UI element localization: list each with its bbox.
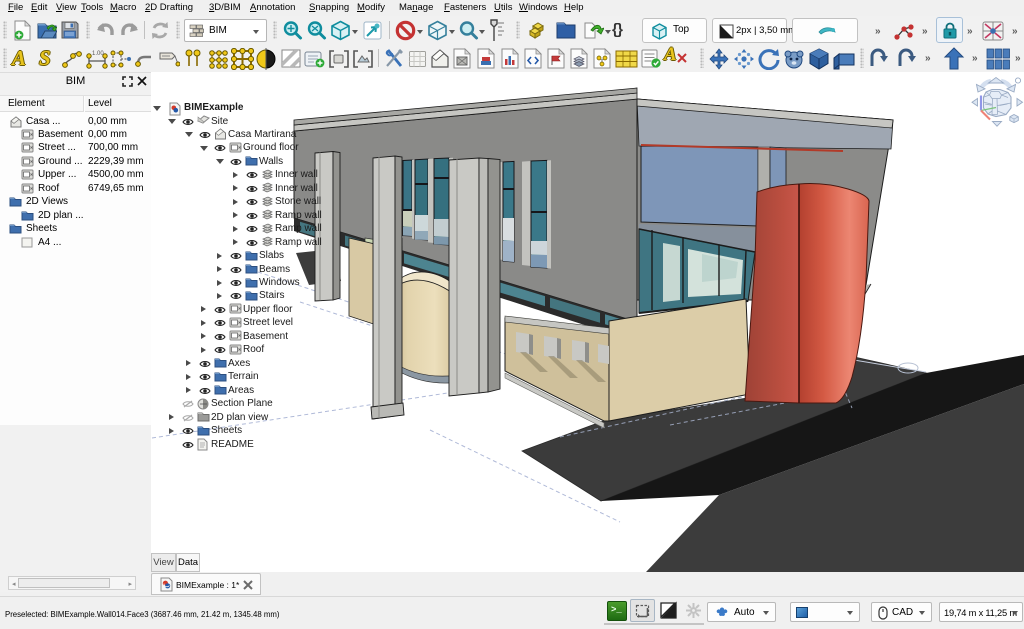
svg-text:1.00: 1.00 xyxy=(92,51,104,57)
